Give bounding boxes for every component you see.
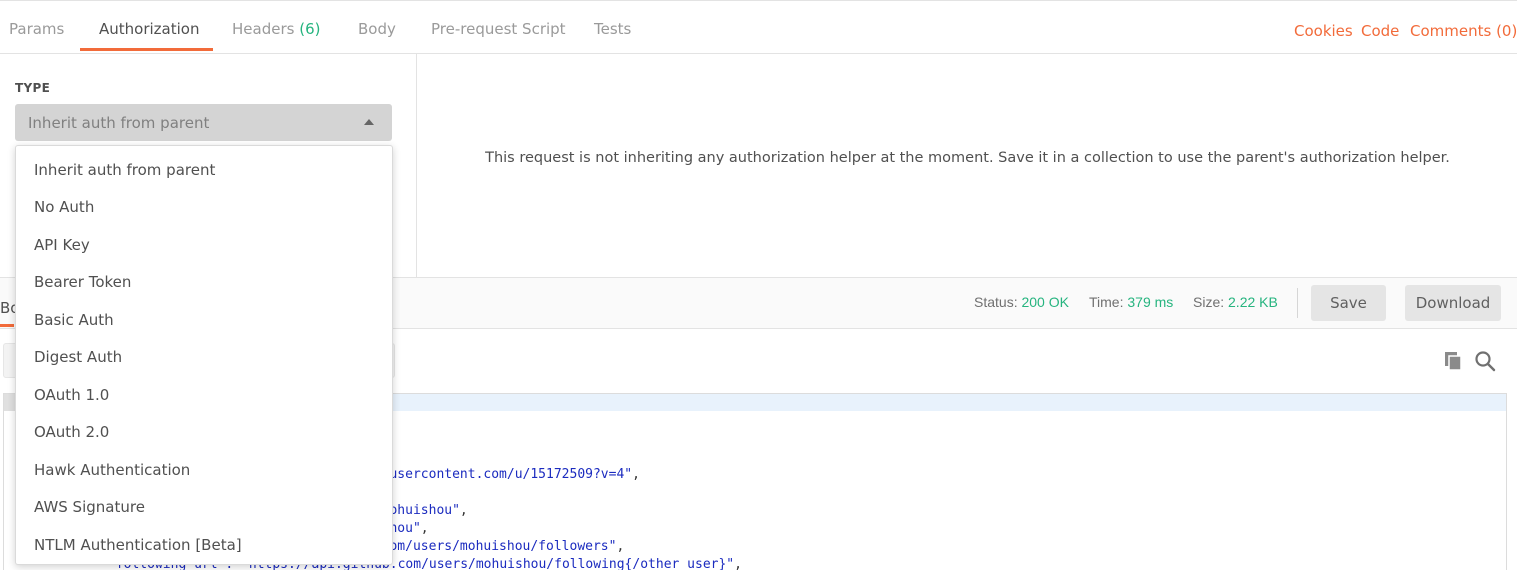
download-response-button[interactable]: Download <box>1405 285 1501 321</box>
tab-authorization[interactable]: Authorization <box>99 20 199 38</box>
status-value: 200 OK <box>1021 294 1069 310</box>
auth-option-oauth2[interactable]: OAuth 2.0 <box>34 423 109 441</box>
auth-option-digest-auth[interactable]: Digest Auth <box>34 348 122 366</box>
code-line-punct: , <box>616 539 625 554</box>
auth-type-select[interactable]: Inherit auth from parent <box>15 104 392 141</box>
auth-info-message: This request is not inheriting any autho… <box>485 150 1450 166</box>
code-link[interactable]: Code <box>1361 22 1399 40</box>
request-tabbar <box>0 0 1517 54</box>
tab-tests[interactable]: Tests <box>594 20 631 38</box>
auth-option-api-key[interactable]: API Key <box>34 236 90 254</box>
headers-count-badge: (6) <box>299 20 321 38</box>
auth-type-label: TYPE <box>15 81 51 95</box>
code-line-punct: , <box>734 557 742 570</box>
time-label: Time: <box>1089 294 1124 310</box>
auth-option-oauth1[interactable]: OAuth 1.0 <box>34 386 109 404</box>
auth-option-no-auth[interactable]: No Auth <box>34 198 94 216</box>
code-line-text: hubusercontent.com/u/15172509?v=4" <box>366 467 633 482</box>
search-icon[interactable] <box>1474 350 1496 372</box>
tab-headers-label: Headers <box>232 20 295 38</box>
size-label: Size: <box>1193 294 1225 310</box>
auth-option-hawk[interactable]: Hawk Authentication <box>34 461 190 479</box>
tab-body[interactable]: Body <box>358 20 396 38</box>
comments-link[interactable]: Comments (0) <box>1410 22 1517 40</box>
code-line-text: b.com/users/mohuishou/followers" <box>366 539 617 554</box>
cookies-link[interactable]: Cookies <box>1294 22 1353 40</box>
status-readout: Status: 200 OK <box>974 294 1069 310</box>
auth-option-inherit[interactable]: Inherit auth from parent <box>34 161 215 179</box>
auth-type-selected-value: Inherit auth from parent <box>28 114 210 132</box>
code-line-punct: , <box>420 521 429 536</box>
code-line: hubusercontent.com/u/15172509?v=4", <box>366 467 640 482</box>
caret-up-icon <box>364 119 374 125</box>
size-value: 2.22 KB <box>1228 294 1278 310</box>
response-divider <box>1297 288 1298 318</box>
tab-headers[interactable]: Headers (6) <box>232 20 320 38</box>
auth-option-ntlm[interactable]: NTLM Authentication [Beta] <box>34 536 242 554</box>
active-tab-indicator <box>80 48 213 51</box>
code-line-punct: , <box>632 467 640 482</box>
auth-type-dropdown-menu: Inherit auth from parent No Auth API Key… <box>15 145 393 565</box>
code-line-punct: , <box>459 503 468 518</box>
save-response-button[interactable]: Save <box>1311 285 1386 321</box>
auth-option-bearer-token[interactable]: Bearer Token <box>34 273 131 291</box>
time-readout: Time: 379 ms <box>1089 294 1173 310</box>
auth-option-aws-signature[interactable]: AWS Signature <box>34 498 145 516</box>
size-readout: Size: 2.22 KB <box>1193 294 1278 310</box>
status-label: Status: <box>974 294 1018 310</box>
tab-pre-request-script[interactable]: Pre-request Script <box>431 20 566 38</box>
code-line: b.com/users/mohuishou/followers", <box>366 539 624 554</box>
copy-icon[interactable] <box>1442 350 1464 372</box>
response-active-tab-indicator <box>0 324 14 327</box>
time-value: 379 ms <box>1127 294 1174 310</box>
auth-option-basic-auth[interactable]: Basic Auth <box>34 311 114 329</box>
tab-params[interactable]: Params <box>9 20 64 38</box>
